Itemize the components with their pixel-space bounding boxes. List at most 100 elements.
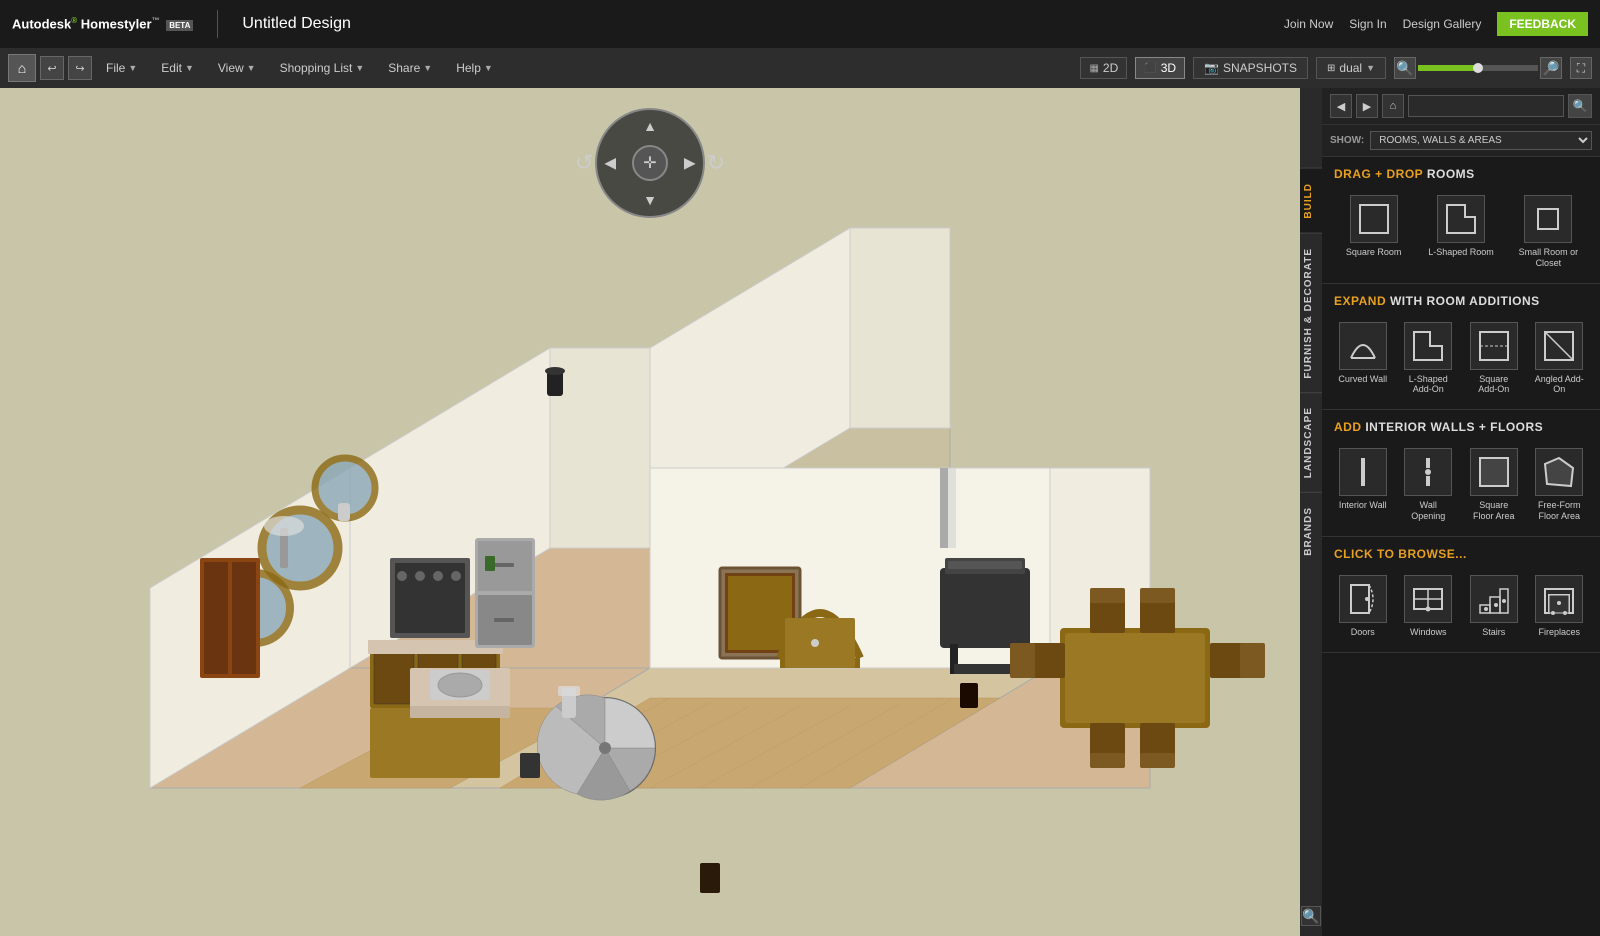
magnify-button[interactable]: 🔍 [1301,906,1321,926]
undo-button[interactable]: ↩ [40,56,64,80]
browse-section: CLICK TO BROWSE... [1322,537,1600,653]
panel-search-input[interactable] [1408,95,1564,117]
expand-items: Curved Wall L-Shaped Add-On [1334,318,1588,400]
furnish-tab[interactable]: FURNISH & DECORATE [1300,233,1322,393]
top-bar-right: Join Now Sign In Design Gallery FEEDBACK [1284,12,1588,36]
panel-search-area: 🔍 [1408,94,1592,118]
brands-tab[interactable]: BRANDS [1300,492,1322,570]
square-floor-item[interactable]: Square Floor Area [1465,444,1523,526]
angled-addon-icon [1535,322,1583,370]
interior-wall-item[interactable]: Interior Wall [1334,444,1392,526]
square-room-item[interactable]: Square Room [1334,191,1413,273]
view-menu[interactable]: View ▼ [208,57,266,79]
view-3d-button[interactable]: ⬛ 3D [1135,57,1185,79]
nav-center-button[interactable]: ✛ [632,145,668,181]
redo-button[interactable]: ↪ [68,56,92,80]
magnify-icon-container: 🔍 [1301,906,1321,936]
zoom-fill [1418,65,1478,71]
forward-button[interactable]: ▶ [1356,94,1378,118]
logo-area: Autodesk® Homestyler™ BETA [12,16,193,31]
l-shaped-room-item[interactable]: L-Shaped Room [1421,191,1500,273]
nav-left-arrow[interactable]: ◀ [605,155,616,172]
panel-content: ◀ ▶ ⌂ 🔍 SHOW: ROOMS, WALLS & AREAS [1322,88,1600,936]
nav-right-arrow[interactable]: ▶ [684,155,695,172]
square-room-icon [1350,195,1398,243]
help-menu[interactable]: Help ▼ [446,57,503,79]
square-addon-icon [1470,322,1518,370]
landscape-tab[interactable]: LANDSCAPE [1300,392,1322,492]
feedback-button[interactable]: FEEDBACK [1497,12,1588,36]
design-gallery-link[interactable]: Design Gallery [1403,17,1482,31]
back-button[interactable]: ◀ [1330,94,1352,118]
drag-drop-rooms-section: DRAG + DROP ROOMS Square Room [1322,157,1600,284]
wall-opening-icon [1404,448,1452,496]
vertical-tabs: BUILD FURNISH & DECORATE LANDSCAPE BRAND… [1300,88,1322,936]
curved-wall-icon [1339,322,1387,370]
show-row: SHOW: ROOMS, WALLS & AREAS [1322,125,1600,157]
zoom-out-button[interactable]: 🔍 [1394,57,1416,79]
small-room-icon [1524,195,1572,243]
snapshots-button[interactable]: 📷 SNAPSHOTS [1193,57,1308,79]
edit-menu[interactable]: Edit ▼ [151,57,204,79]
panel-search-button[interactable]: 🔍 [1568,94,1592,118]
design-title: Untitled Design [242,15,351,33]
file-menu[interactable]: File ▼ [96,57,147,79]
expand-section: EXPAND WITH ROOM ADDITIONS [1322,284,1600,411]
interior-items: Interior Wall Wall Opening [1334,444,1588,526]
build-tab[interactable]: BUILD [1300,168,1322,233]
square-addon-item[interactable]: Square Add-On [1465,318,1523,400]
separator [217,10,218,38]
stairs-item[interactable]: Stairs [1465,571,1523,642]
nav-rotate-left-button[interactable]: ↺ [575,150,593,176]
drag-drop-items: Square Room L-Shaped Room [1334,191,1588,273]
windows-item[interactable]: Windows [1400,571,1458,642]
zoom-in-button[interactable]: 🔎 [1540,57,1562,79]
view-2d-button[interactable]: ▦ 2D [1080,57,1127,79]
nav-ring: ▲ ▼ ◀ ▶ ✛ ↺ ↻ [595,108,705,218]
logo-text: Autodesk® Homestyler™ BETA [12,16,193,31]
canvas-area[interactable]: ▲ ▼ ◀ ▶ ✛ ↺ ↻ [0,88,1300,936]
freeform-floor-icon [1535,448,1583,496]
panel-top-nav: ◀ ▶ ⌂ 🔍 [1322,88,1600,125]
interior-title: ADD INTERIOR WALLS + FLOORS [1334,420,1588,434]
dual-button[interactable]: ⊞ dual ▼ [1316,57,1386,79]
zoom-thumb [1473,63,1483,73]
curved-wall-item[interactable]: Curved Wall [1334,318,1392,400]
angled-addon-item[interactable]: Angled Add-On [1531,318,1589,400]
shopping-list-menu[interactable]: Shopping List ▼ [270,57,375,79]
main-area: ▲ ▼ ◀ ▶ ✛ ↺ ↻ BUILD FURNISH & DECORATE L… [0,88,1600,936]
interior-section: ADD INTERIOR WALLS + FLOORS I [1322,410,1600,537]
panel-wrapper: BUILD FURNISH & DECORATE LANDSCAPE BRAND… [1300,88,1600,936]
home-button[interactable]: ⌂ [8,54,36,82]
nav-rotate-right-button[interactable]: ↻ [707,150,725,176]
browse-items: Doors W [1334,571,1588,642]
doors-item[interactable]: Doors [1334,571,1392,642]
menu-right: ▦ 2D ⬛ 3D 📷 SNAPSHOTS ⊞ dual ▼ 🔍 🔎 ⛶ [1080,57,1592,79]
browse-title: CLICK TO BROWSE... [1334,547,1588,561]
nav-down-arrow[interactable]: ▼ [643,192,657,208]
freeform-floor-item[interactable]: Free-Form Floor Area [1531,444,1589,526]
top-bar: Autodesk® Homestyler™ BETA Untitled Desi… [0,0,1600,48]
sign-in-link[interactable]: Sign In [1349,17,1386,31]
share-menu[interactable]: Share ▼ [378,57,442,79]
l-shaped-addon-item[interactable]: L-Shaped Add-On [1400,318,1458,400]
zoom-controls: 🔍 🔎 [1394,57,1562,79]
stairs-icon [1470,575,1518,623]
show-label: SHOW: [1330,135,1364,146]
l-shaped-room-icon [1437,195,1485,243]
windows-icon [1404,575,1452,623]
home-panel-button[interactable]: ⌂ [1382,94,1404,118]
show-select[interactable]: ROOMS, WALLS & AREAS [1370,131,1592,150]
fireplaces-item[interactable]: Fireplaces [1531,571,1589,642]
nav-up-arrow[interactable]: ▲ [643,118,657,134]
wall-opening-item[interactable]: Wall Opening [1400,444,1458,526]
navigation-controls: ▲ ▼ ◀ ▶ ✛ ↺ ↻ [595,108,705,218]
small-room-item[interactable]: Small Room or Closet [1509,191,1588,273]
join-now-link[interactable]: Join Now [1284,17,1333,31]
zoom-slider[interactable] [1418,65,1538,71]
fireplaces-icon [1535,575,1583,623]
maximize-button[interactable]: ⛶ [1570,57,1592,79]
square-floor-icon [1470,448,1518,496]
drag-drop-title: DRAG + DROP ROOMS [1334,167,1588,181]
interior-wall-icon [1339,448,1387,496]
